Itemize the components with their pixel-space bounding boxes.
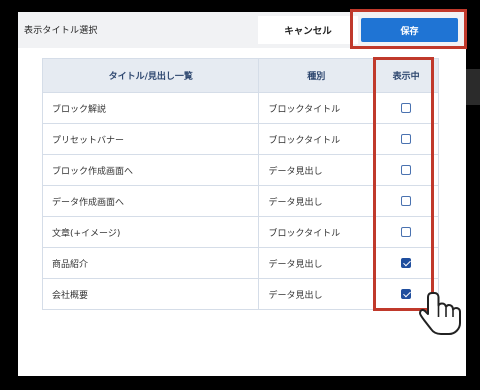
row-title: ブロック解説	[41, 92, 260, 124]
table-row: プリセットバナー ブロックタイトル	[41, 123, 439, 155]
title-list-table: タイトル/見出し一覧 種別 表示中 ブロック解説 ブロックタイトル プリセットバナー…	[41, 58, 439, 310]
visible-checkbox[interactable]	[401, 288, 412, 299]
row-visible-cell	[373, 123, 439, 155]
row-type: データ見出し	[258, 185, 375, 217]
table-header-row: タイトル/見出し一覧 種別 表示中	[41, 58, 439, 93]
row-title: 会社概要	[41, 278, 260, 310]
background-panel-edge	[466, 69, 480, 105]
table-row: ブロック作成画面へ データ見出し	[41, 154, 439, 186]
row-title: 商品紹介	[41, 247, 260, 279]
column-header-visible: 表示中	[373, 58, 439, 93]
visible-checkbox[interactable]	[401, 226, 412, 237]
row-visible-cell	[373, 278, 439, 310]
row-title: プリセットバナー	[41, 123, 260, 155]
table-row: データ作成画面へ データ見出し	[41, 185, 439, 217]
row-visible-cell	[373, 216, 439, 248]
visible-checkbox[interactable]	[401, 195, 412, 206]
row-visible-cell	[373, 185, 439, 217]
row-visible-cell	[373, 92, 439, 124]
row-type: データ見出し	[258, 154, 375, 186]
visible-checkbox[interactable]	[401, 164, 412, 175]
visible-checkbox[interactable]	[401, 102, 412, 113]
column-header-title: タイトル/見出し一覧	[41, 58, 260, 93]
column-header-type: 種別	[258, 58, 375, 93]
table-row: 会社概要 データ見出し	[41, 278, 439, 310]
dialog-header: 表示タイトル選択 キャンセル 保存	[18, 12, 466, 48]
table-row: 文章(+イメージ) ブロックタイトル	[41, 216, 439, 248]
cancel-button[interactable]: キャンセル	[258, 16, 358, 44]
table-row: 商品紹介 データ見出し	[41, 247, 439, 279]
row-title: データ作成画面へ	[41, 185, 260, 217]
row-visible-cell	[373, 247, 439, 279]
screen: 表示タイトル選択 キャンセル 保存 タイトル/見出し一覧 種別 表示中 ブロック…	[0, 0, 480, 390]
row-type: データ見出し	[258, 247, 375, 279]
row-type: ブロックタイトル	[258, 92, 375, 124]
row-type: ブロックタイトル	[258, 123, 375, 155]
row-title: 文章(+イメージ)	[41, 216, 260, 248]
row-type: データ見出し	[258, 278, 375, 310]
row-type: ブロックタイトル	[258, 216, 375, 248]
visible-checkbox[interactable]	[401, 257, 412, 268]
row-visible-cell	[373, 154, 439, 186]
dialog-title: 表示タイトル選択	[24, 26, 98, 36]
visible-checkbox[interactable]	[401, 133, 412, 144]
save-button[interactable]: 保存	[361, 18, 458, 42]
row-title: ブロック作成画面へ	[41, 154, 260, 186]
table-row: ブロック解説 ブロックタイトル	[41, 92, 439, 124]
